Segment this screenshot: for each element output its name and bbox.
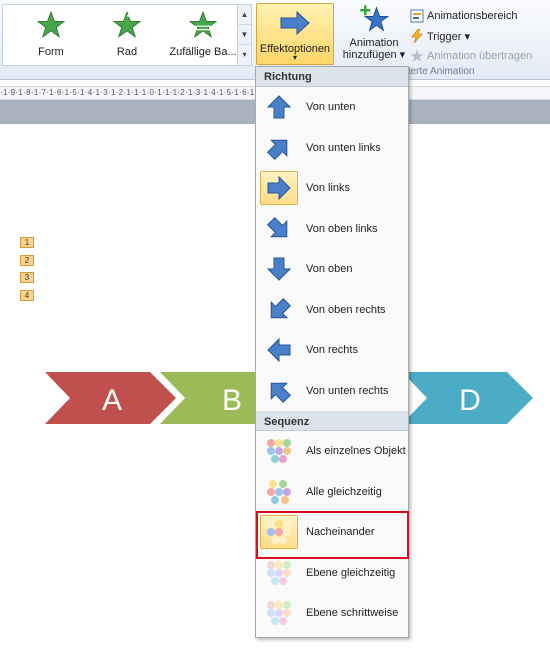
gallery-item-form[interactable]: Form [11, 10, 91, 58]
animation-painter-button[interactable]: Animation übertragen [410, 46, 532, 66]
add-animation-label-2: hinzufügen ▾ [342, 49, 406, 61]
sequence-badge[interactable]: 1 [20, 237, 34, 248]
lightning-icon [411, 29, 423, 43]
arrow-right-icon [267, 176, 291, 201]
menu-item-label: Von oben rechts [306, 303, 386, 316]
arrow-up-right-icon [266, 139, 288, 160]
star-wheel-icon [112, 10, 142, 38]
menu-item-label: Von unten links [306, 141, 381, 154]
menu-item-label: Ebene schrittweise [306, 607, 399, 620]
trigger-button[interactable]: Trigger ▾ [410, 26, 532, 46]
animation-pane-label: Animationsbereich [427, 10, 518, 22]
gallery-scrollbar[interactable]: ▲ ▼ ▾ [237, 5, 251, 65]
painter-star-icon [410, 49, 424, 62]
chevron-d-label: D [459, 384, 481, 417]
gallery-item-label: Zufällige Ba... [169, 46, 237, 58]
sequence-badge[interactable]: 2 [20, 255, 34, 266]
star-bars-icon [188, 10, 218, 38]
arrow-left-icon [267, 338, 291, 363]
arrow-up-left-icon [270, 382, 292, 403]
expand-gallery-icon[interactable]: ▾ [238, 45, 251, 65]
menu-item-from-bottom-left[interactable]: Von unten links [256, 128, 408, 169]
effect-options-button[interactable]: Effektoptionen ▾ [256, 3, 334, 65]
menu-item-from-top-left[interactable]: Von oben links [256, 209, 408, 250]
menu-item-from-bottom[interactable]: Von unten [256, 87, 408, 128]
gallery-item-rad[interactable]: Rad [87, 10, 167, 58]
add-animation-button[interactable]: Animation hinzufügen ▾ [340, 4, 408, 61]
gallery-item-random-bars[interactable]: Zufällige Ba... [163, 10, 243, 58]
dots-level-icon [267, 560, 291, 585]
section-header-sequence: Sequenz [256, 411, 408, 431]
chevron-down-icon[interactable]: ▼ [238, 25, 251, 45]
animation-pane-icon [410, 9, 424, 23]
menu-item-label: Von rechts [306, 344, 358, 357]
menu-item-from-top-right[interactable]: Von oben rechts [256, 290, 408, 331]
arrow-right-icon [280, 10, 310, 36]
add-animation-label-1: Animation [349, 37, 399, 49]
highlight-box [256, 511, 409, 559]
arrow-down-right-icon [266, 216, 288, 238]
menu-item-from-bottom-right[interactable]: Von unten rechts [256, 371, 408, 412]
dots-level-step-icon [267, 601, 291, 626]
gallery-item-label: Rad [116, 46, 138, 58]
animation-pane-button[interactable]: Animationsbereich [410, 6, 532, 26]
animation-painter-label: Animation übertragen [427, 50, 533, 62]
arrow-down-icon [266, 257, 292, 281]
star-icon [36, 10, 66, 38]
menu-item-label: Von oben links [306, 222, 378, 235]
arrow-up-icon [266, 95, 292, 119]
menu-item-label: Von unten [306, 101, 356, 114]
chevron-b-label: B [222, 384, 242, 417]
star-plus-icon [360, 5, 390, 32]
sequence-badge[interactable]: 4 [20, 290, 34, 301]
chevron-a-label: A [102, 384, 122, 417]
menu-item-label: Ebene gleichzeitig [306, 566, 396, 579]
menu-item-by-level-one-by-one[interactable]: Ebene schrittweise [256, 593, 408, 634]
menu-item-from-top[interactable]: Von oben [256, 249, 408, 290]
menu-item-all-at-once[interactable]: Alle gleichzeitig [256, 472, 408, 513]
group-label-advanced-animation: eiterte Animation [400, 66, 475, 77]
menu-item-label: Als einzelnes Objekt [306, 445, 406, 458]
menu-item-label: Von links [306, 182, 351, 195]
menu-item-from-left[interactable]: Von links [256, 168, 408, 209]
advanced-animation-group: Animationsbereich Trigger ▾ Animation üb… [410, 6, 532, 66]
arrow-down-left-icon [270, 297, 292, 319]
menu-item-from-right[interactable]: Von rechts [256, 330, 408, 371]
menu-item-label: Von unten rechts [306, 384, 389, 397]
dots-single-icon [267, 439, 291, 464]
section-header-direction: Richtung [256, 67, 408, 87]
menu-item-as-one-object[interactable]: Als einzelnes Objekt [256, 431, 408, 472]
menu-item-label: Von oben [306, 263, 353, 276]
gallery-item-label: Form [38, 46, 64, 58]
trigger-label: Trigger ▾ [427, 30, 471, 43]
chevron-up-icon[interactable]: ▲ [238, 5, 251, 25]
sequence-badge[interactable]: 3 [20, 272, 34, 283]
dots-all-icon [267, 479, 291, 504]
menu-item-label: Alle gleichzeitig [306, 485, 382, 498]
animation-gallery: Form Rad Zufällige Ba... ▲ ▼ ▾ [2, 4, 252, 66]
